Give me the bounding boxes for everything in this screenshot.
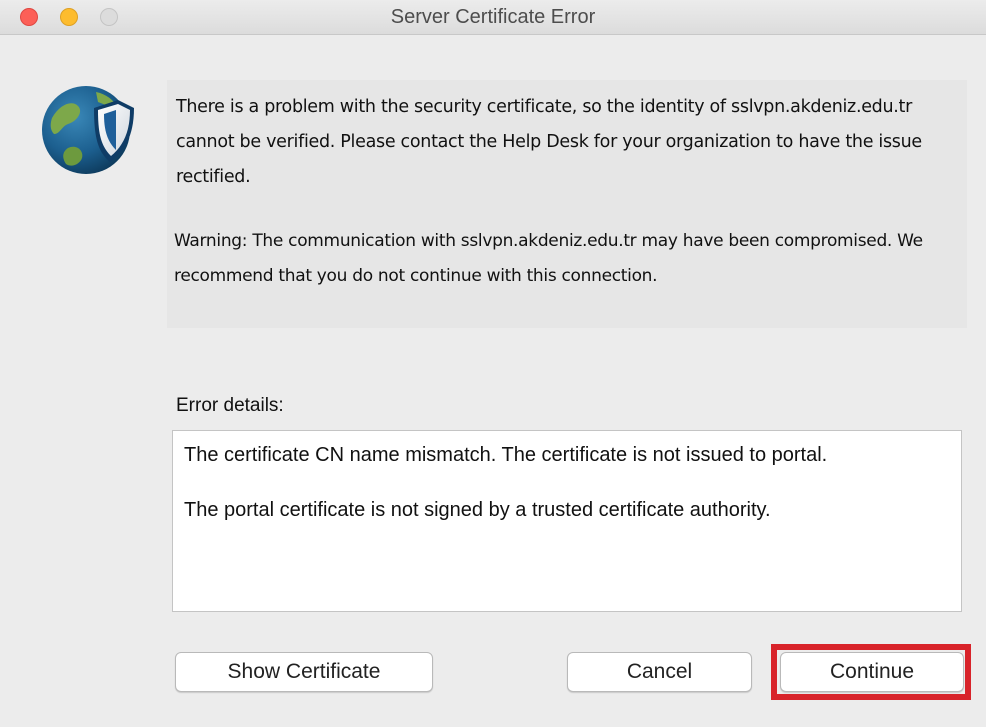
show-certificate-button[interactable]: Show Certificate (175, 652, 433, 692)
warning-message: Warning: The communication with sslvpn.a… (174, 231, 923, 286)
certificate-error-dialog: Server Certificate Error There is a prob… (0, 0, 986, 727)
continue-button[interactable]: Continue (780, 652, 964, 692)
cancel-button[interactable]: Cancel (567, 652, 752, 692)
window-title: Server Certificate Error (390, 6, 596, 28)
error-detail-line: The certificate CN name mismatch. The ce… (184, 444, 828, 466)
error-details-label: Error details: (176, 395, 284, 416)
error-message: There is a problem with the security cer… (176, 97, 922, 187)
error-details-box[interactable]: The certificate CN name mismatch. The ce… (172, 430, 962, 612)
error-detail-line: The portal certificate is not signed by … (184, 499, 771, 521)
title-bar: Server Certificate Error (0, 0, 986, 35)
globe-shield-icon (42, 86, 134, 174)
